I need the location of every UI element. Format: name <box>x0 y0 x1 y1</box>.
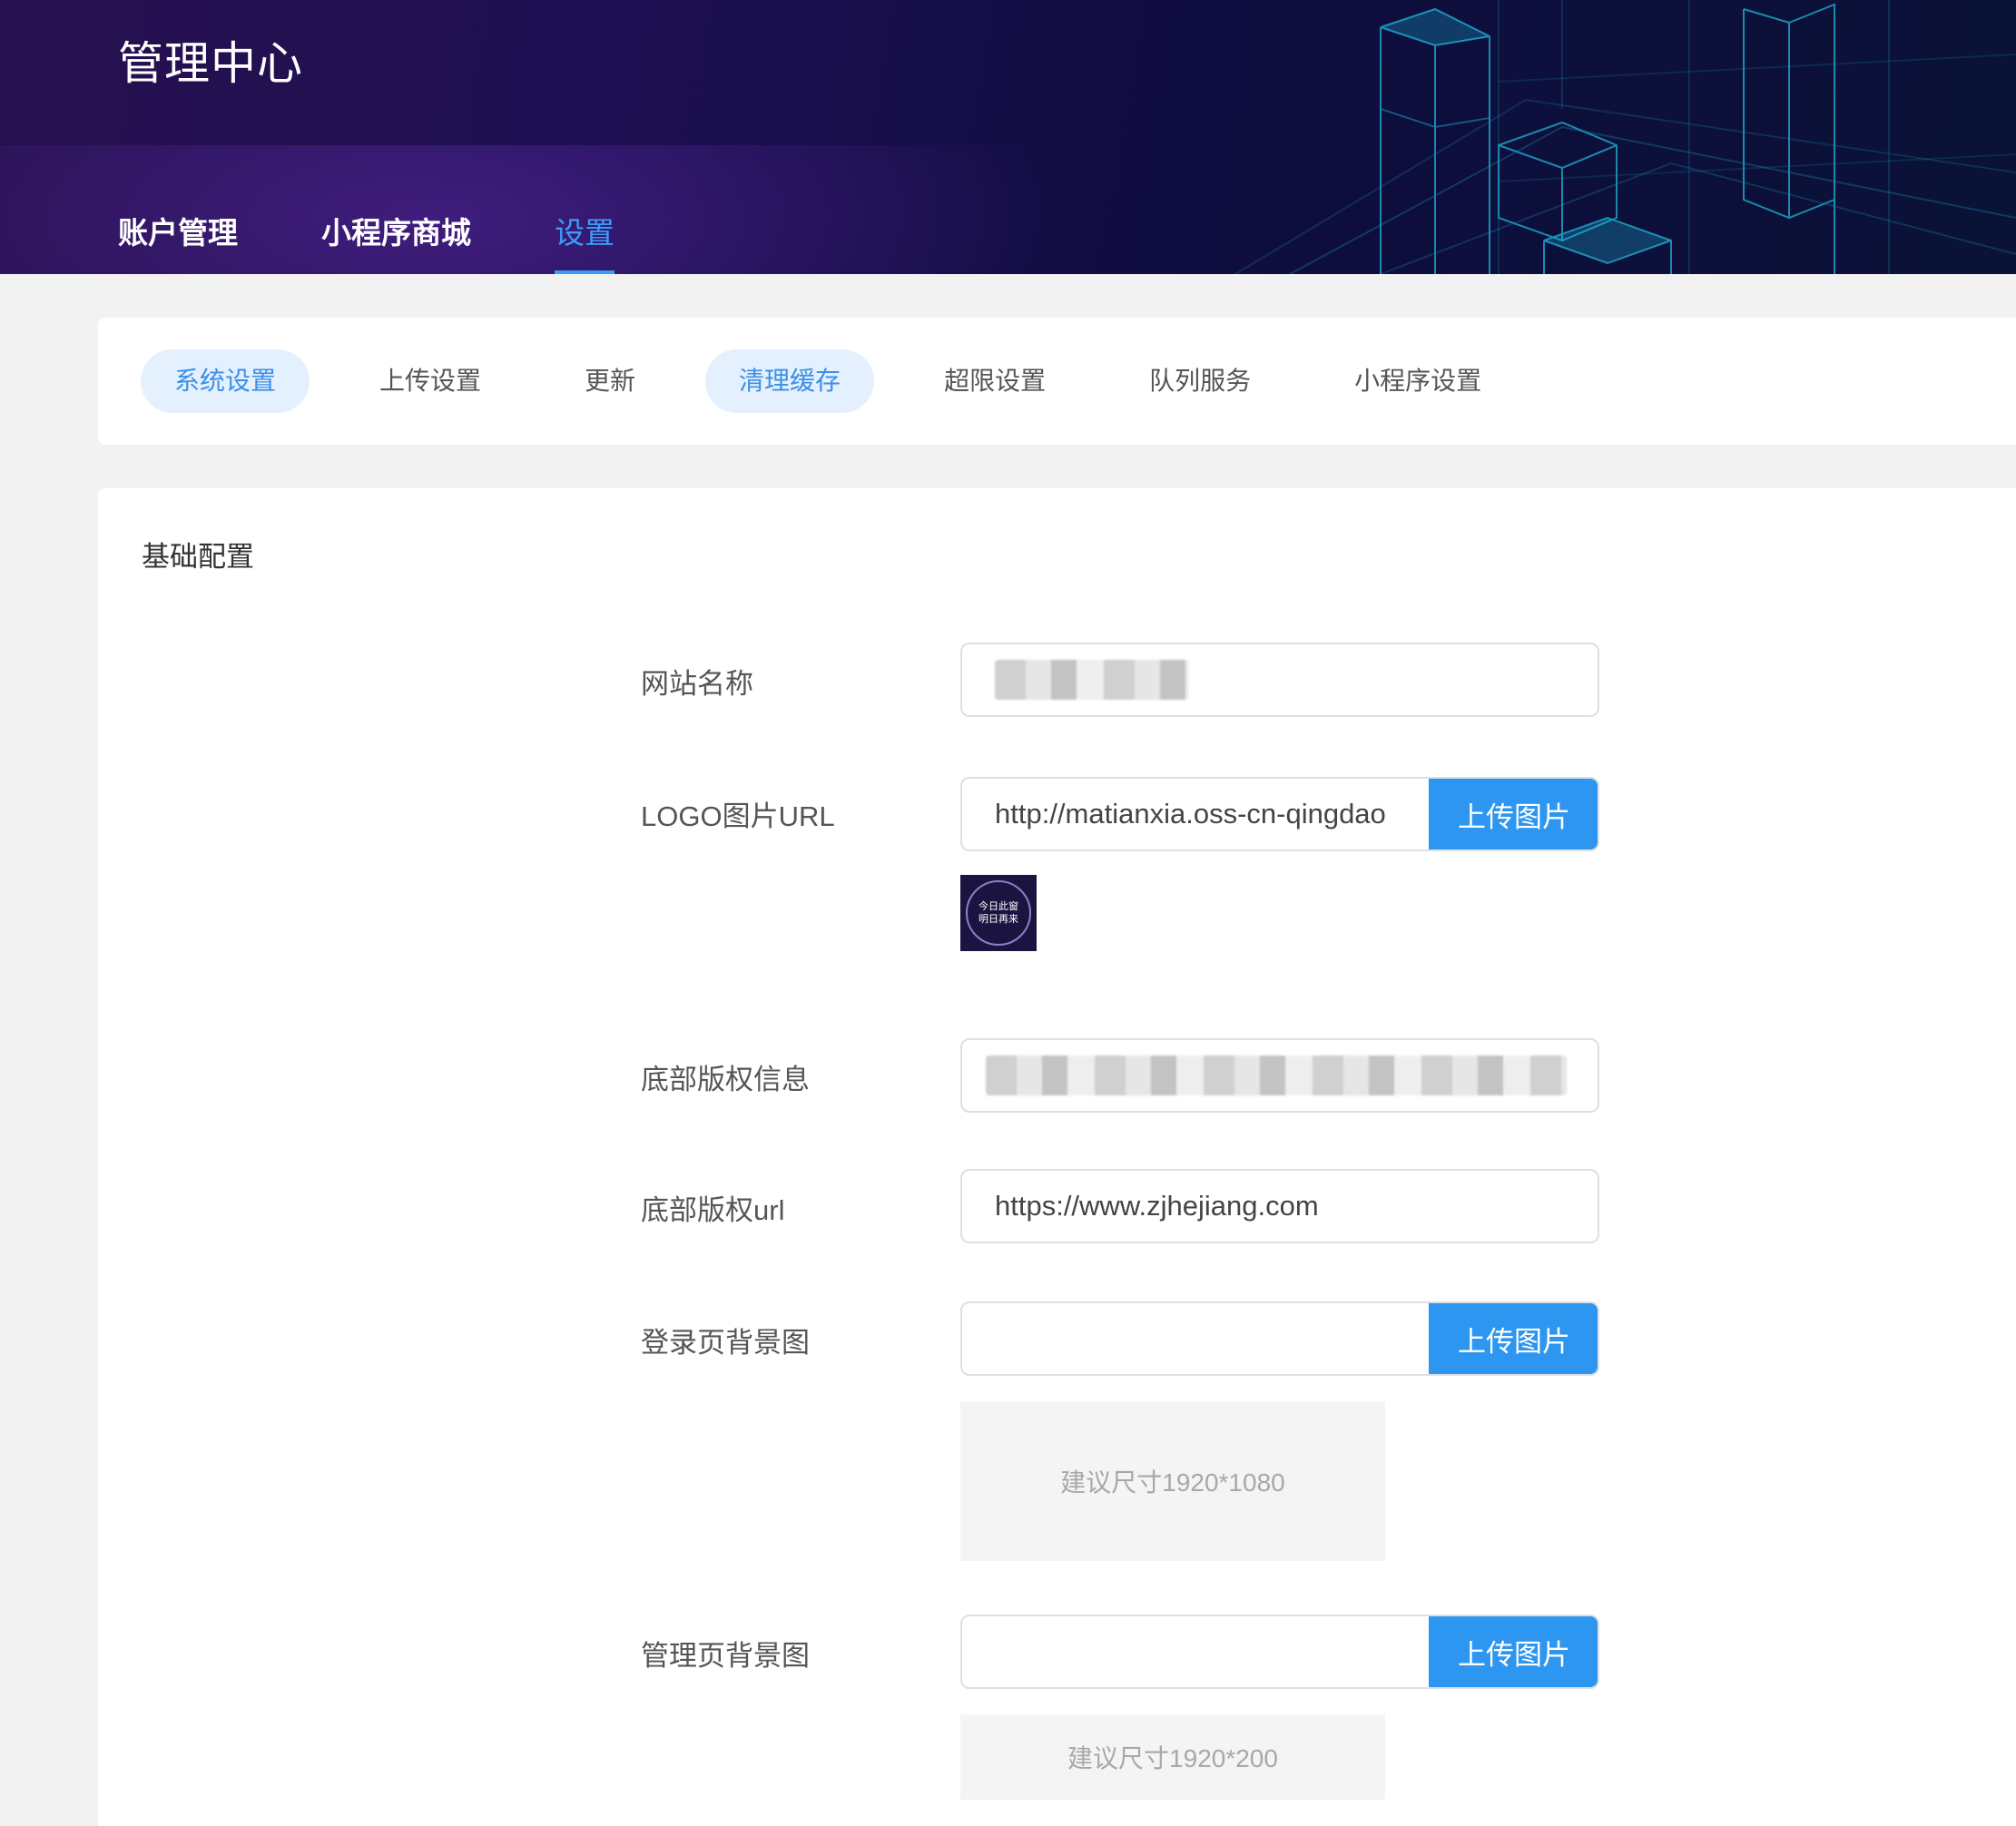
logo-upload-button[interactable]: 上传图片 <box>1429 779 1598 849</box>
login-bg-label: 登录页背景图 <box>641 1327 810 1359</box>
logo-url-value: http://matianxia.oss-cn-qingdao <box>995 798 1386 830</box>
tab-clear-cache[interactable]: 清理缓存 <box>705 349 875 413</box>
header-decoration-graphic <box>1234 0 2016 274</box>
tab-mini-program-settings[interactable]: 小程序设置 <box>1321 349 1515 413</box>
login-bg-input[interactable]: 上传图片 <box>960 1301 1599 1376</box>
admin-bg-upload-button[interactable]: 上传图片 <box>1429 1616 1598 1687</box>
nav-account-management[interactable]: 账户管理 <box>118 209 238 274</box>
top-header: 管理中心 账户管理 小程序商城 设置 <box>0 0 2016 274</box>
site-name-label: 网站名称 <box>641 668 753 700</box>
tab-update[interactable]: 更新 <box>551 349 669 413</box>
login-bg-preview-placeholder: 建议尺寸1920*1080 <box>960 1401 1385 1561</box>
site-name-input[interactable] <box>960 643 1599 717</box>
admin-bg-label: 管理页背景图 <box>641 1640 810 1672</box>
settings-form-card: 基础配置 网站名称 LOGO图片URL http://matianxia.oss… <box>98 488 2016 1826</box>
nav-settings[interactable]: 设置 <box>555 209 615 274</box>
tab-system-settings[interactable]: 系统设置 <box>141 349 310 413</box>
admin-bg-preview-placeholder: 建议尺寸1920*200 <box>960 1714 1385 1800</box>
copyright-url-input[interactable]: https://www.zjhejiang.com <box>960 1169 1599 1243</box>
login-bg-upload-button[interactable]: 上传图片 <box>1429 1303 1598 1374</box>
nav-mini-program-mall[interactable]: 小程序商城 <box>321 209 471 274</box>
redacted-text <box>986 1055 1567 1095</box>
settings-subtabs: 系统设置 上传设置 更新 清理缓存 超限设置 队列服务 小程序设置 <box>98 318 2016 445</box>
section-title: 基础配置 <box>142 541 254 573</box>
top-navigation: 账户管理 小程序商城 设置 <box>118 209 615 274</box>
copyright-url-label: 底部版权url <box>641 1194 785 1226</box>
logo-url-input[interactable]: http://matianxia.oss-cn-qingdao 上传图片 <box>960 777 1599 851</box>
app-title: 管理中心 <box>118 38 303 89</box>
tab-overlimit-settings[interactable]: 超限设置 <box>910 349 1079 413</box>
logo-url-label: LOGO图片URL <box>641 800 835 832</box>
admin-bg-input[interactable]: 上传图片 <box>960 1615 1599 1689</box>
copyright-label: 底部版权信息 <box>641 1064 810 1095</box>
tab-upload-settings[interactable]: 上传设置 <box>346 349 515 413</box>
copyright-input[interactable] <box>960 1038 1599 1113</box>
tab-queue-service[interactable]: 队列服务 <box>1116 349 1284 413</box>
redacted-text <box>995 660 1189 700</box>
logo-preview-image: 今日此窗 明日再来 <box>960 875 1037 951</box>
